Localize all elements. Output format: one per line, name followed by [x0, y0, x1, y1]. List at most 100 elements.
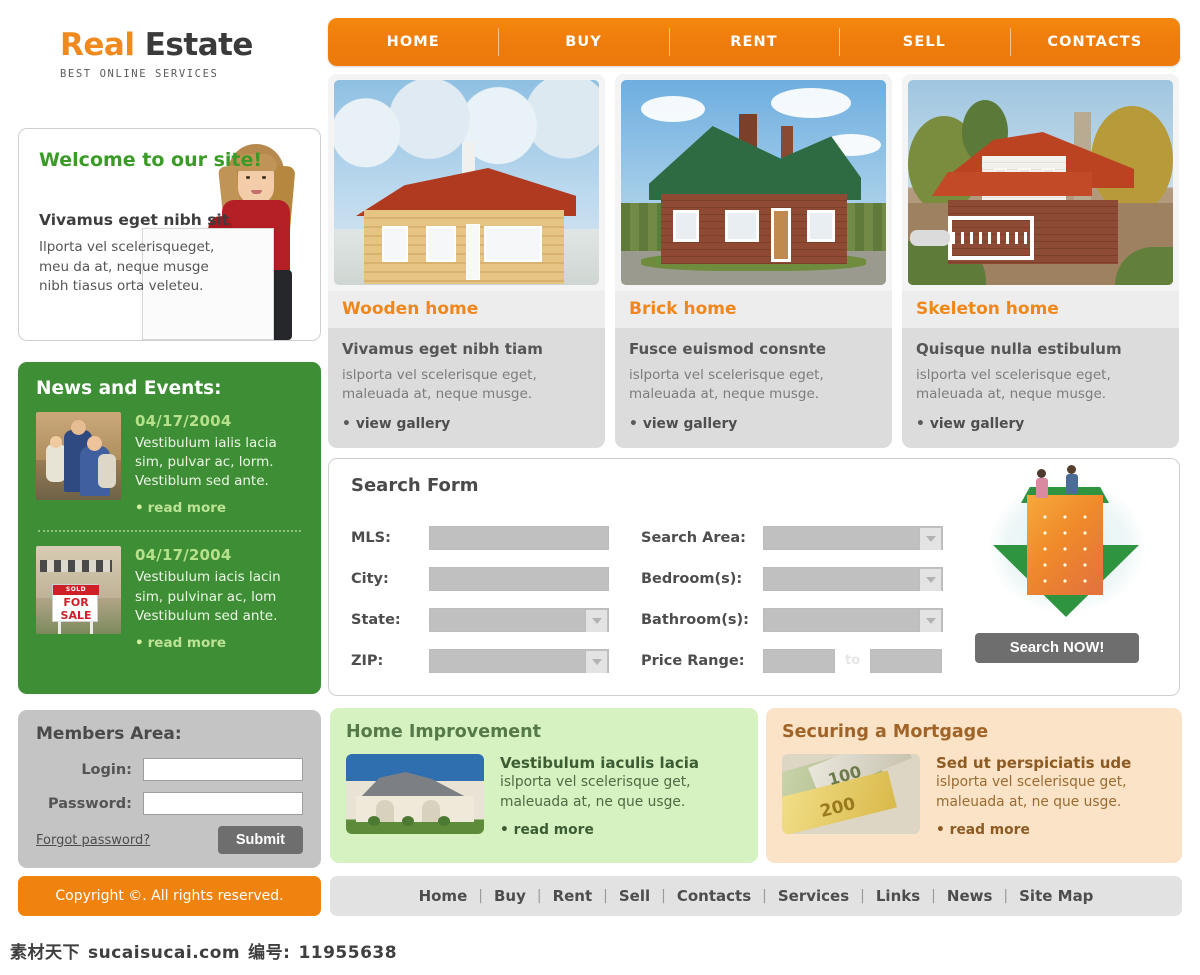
watermark: 素材天下 sucaisucai.com 编号: 11955638: [10, 938, 397, 963]
footer-link-site-map[interactable]: Site Map: [1008, 887, 1104, 905]
view-gallery-label: view gallery: [929, 415, 1025, 432]
property-card[interactable]: Wooden home Vivamus eget nibh tiam islpo…: [328, 74, 605, 448]
search-area-select[interactable]: [763, 525, 943, 550]
chevron-down-icon: [919, 568, 941, 591]
view-gallery-label: view gallery: [642, 415, 738, 432]
home-improvement-row: Vestibulum iaculis lacia islporta vel sc…: [346, 754, 742, 838]
view-gallery-link[interactable]: • view gallery: [629, 416, 878, 432]
search-form-title: Search Form: [351, 475, 479, 496]
price-range-separator: to: [845, 653, 861, 668]
login-row: Login:: [36, 758, 303, 781]
footer-link-links[interactable]: Links: [865, 887, 931, 905]
password-input[interactable]: [143, 792, 303, 815]
home-improvement-subtitle: Vestibulum iaculis lacia: [500, 754, 699, 772]
nav-item-buy[interactable]: BUY: [498, 18, 668, 66]
property-photo-frame: [328, 74, 605, 291]
site-logo[interactable]: Real Estate BEST ONLINE SERVICES: [60, 27, 330, 81]
property-card[interactable]: Skeleton home Quisque nulla estibulum is…: [902, 74, 1179, 448]
field-bathrooms: Bathroom(s):: [641, 599, 951, 640]
euro-banknotes-thumbnail: 100 200: [782, 754, 920, 834]
page-root: Real Estate BEST ONLINE SERVICES HOME BU…: [0, 0, 1200, 975]
members-actions: Forgot password? Submit: [36, 826, 303, 854]
property-text: islporta vel scelerisque eget, maleuada …: [342, 367, 537, 402]
securing-mortgage-read-more-link[interactable]: • read more: [936, 822, 1166, 838]
mls-label: MLS:: [351, 529, 391, 546]
logo-word-real: Real: [60, 27, 135, 63]
securing-mortgage-read-more-label: read more: [949, 822, 1030, 839]
suburban-house-thumbnail: [346, 754, 484, 834]
price-range-label: Price Range:: [641, 652, 745, 669]
news-read-more-link[interactable]: • read more: [135, 500, 303, 516]
news-heading: News and Events:: [36, 378, 222, 399]
person-icon: [1066, 465, 1078, 494]
home-improvement-text: islporta vel scelerisque get, maleuada a…: [500, 774, 691, 810]
login-input[interactable]: [143, 758, 303, 781]
nav-item-sell[interactable]: SELL: [839, 18, 1009, 66]
footer-link-buy[interactable]: Buy: [483, 887, 537, 905]
field-zip: ZIP:: [351, 640, 631, 681]
property-photo-frame: [902, 74, 1179, 291]
property-card[interactable]: Brick home Fusce euismod consnte islport…: [615, 74, 892, 448]
nav-item-contacts[interactable]: CONTACTS: [1009, 18, 1180, 66]
logo-tagline: BEST ONLINE SERVICES: [60, 68, 219, 80]
login-label: Login:: [81, 761, 132, 778]
nav-item-rent[interactable]: RENT: [668, 18, 839, 66]
footer-link-news[interactable]: News: [936, 887, 1004, 905]
news-item: 04/17/2004 Vestibulum ialis lacia sim, p…: [36, 412, 303, 516]
price-min-input[interactable]: [763, 648, 835, 673]
field-search-area: Search Area:: [641, 517, 951, 558]
search-promo: Search NOW!: [969, 465, 1165, 681]
footer-navigation: Home | Buy | Rent | Sell | Contacts | Se…: [330, 876, 1182, 916]
view-gallery-link[interactable]: • view gallery: [916, 416, 1165, 432]
footer-link-home[interactable]: Home: [408, 887, 479, 905]
property-title: Wooden home: [328, 291, 605, 328]
search-now-button[interactable]: Search NOW!: [975, 633, 1139, 663]
copyright-bar: Copyright ©. All rights reserved.: [18, 876, 321, 916]
footer-link-rent[interactable]: Rent: [542, 887, 604, 905]
welcome-body-text: Ilporta vel scelerisqueget, meu da at, n…: [39, 239, 215, 295]
forgot-password-link[interactable]: Forgot password?: [36, 833, 150, 848]
main-navigation: HOME BUY RENT SELL CONTACTS: [328, 18, 1180, 66]
field-mls: MLS:: [351, 517, 631, 558]
property-text: islporta vel scelerisque eget, maleuada …: [629, 367, 824, 402]
brick-house-photo: [621, 80, 886, 285]
news-date: 04/17/2004: [135, 412, 232, 430]
property-title: Brick home: [615, 291, 892, 328]
news-read-more-label: read more: [147, 634, 227, 651]
members-submit-button[interactable]: Submit: [217, 826, 303, 854]
nav-item-home[interactable]: HOME: [328, 18, 498, 66]
footer-link-contacts[interactable]: Contacts: [666, 887, 762, 905]
news-date: 04/17/2004: [135, 546, 232, 565]
bathrooms-select[interactable]: [763, 607, 943, 632]
price-max-input[interactable]: [870, 648, 943, 673]
skeleton-house-photo: [908, 80, 1173, 285]
state-select[interactable]: [429, 607, 609, 632]
featured-properties: Wooden home Vivamus eget nibh tiam islpo…: [328, 74, 1180, 448]
city-input[interactable]: [429, 566, 609, 591]
state-label: State:: [351, 611, 401, 628]
securing-mortgage-heading: Securing a Mortgage: [782, 722, 989, 742]
news-read-more-link[interactable]: • read more: [135, 635, 303, 651]
footer-link-sell[interactable]: Sell: [608, 887, 661, 905]
zip-select[interactable]: [429, 648, 609, 673]
bullet-icon: •: [916, 415, 925, 432]
footer-link-services[interactable]: Services: [767, 887, 860, 905]
price-range-group: to: [763, 648, 943, 673]
securing-mortgage-box: Securing a Mortgage 100 200 Sed ut perspi…: [766, 708, 1182, 863]
bedrooms-select[interactable]: [763, 566, 943, 591]
news-and-events-box: News and Events: 04/17/2004 Vestibulum i…: [18, 362, 321, 694]
welcome-box: Welcome to our site! Vivamus eget nibh s…: [18, 128, 321, 341]
welcome-heading: Welcome to our site!: [39, 149, 263, 171]
password-row: Password:: [36, 792, 303, 815]
person-icon: [1036, 469, 1048, 498]
home-improvement-read-more-link[interactable]: • read more: [500, 822, 742, 838]
wooden-house-photo: [334, 80, 599, 285]
field-state: State:: [351, 599, 631, 640]
news-divider: [38, 530, 301, 533]
mls-input[interactable]: [429, 525, 609, 550]
watermark-id-label: 编号:: [248, 943, 291, 963]
view-gallery-link[interactable]: • view gallery: [342, 416, 591, 432]
bullet-icon: •: [135, 634, 144, 651]
property-body: Fusce euismod consnte islporta vel scele…: [615, 328, 892, 446]
property-text: islporta vel scelerisque eget, maleuada …: [916, 367, 1111, 402]
